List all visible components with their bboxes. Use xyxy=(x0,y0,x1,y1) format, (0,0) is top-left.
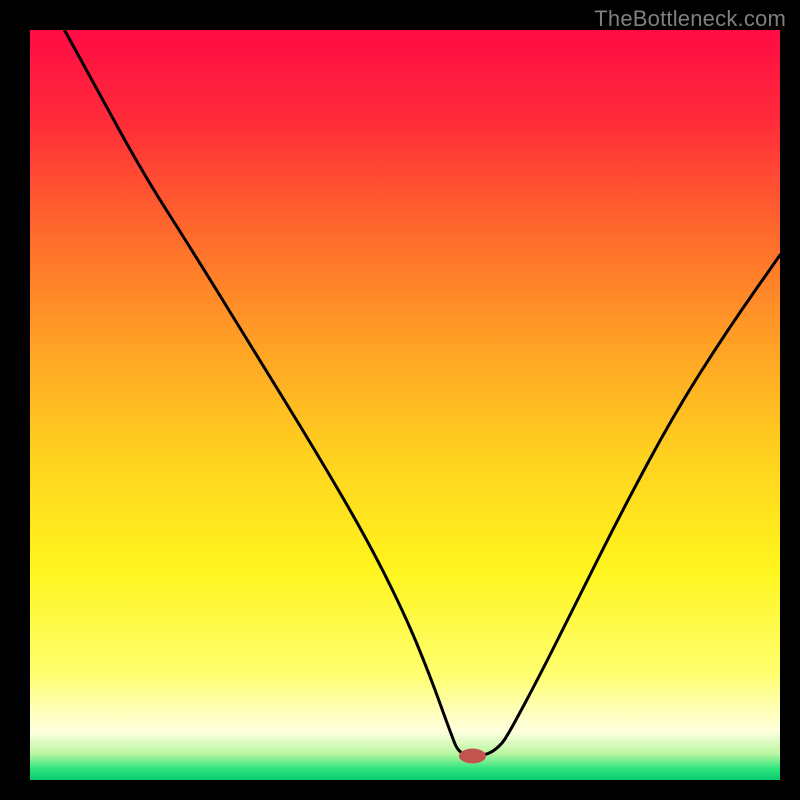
gradient-background xyxy=(30,30,780,780)
chart-container: TheBottleneck.com xyxy=(0,0,800,800)
watermark-label: TheBottleneck.com xyxy=(594,6,786,32)
optimum-marker xyxy=(459,749,486,764)
bottleneck-chart xyxy=(0,0,800,800)
